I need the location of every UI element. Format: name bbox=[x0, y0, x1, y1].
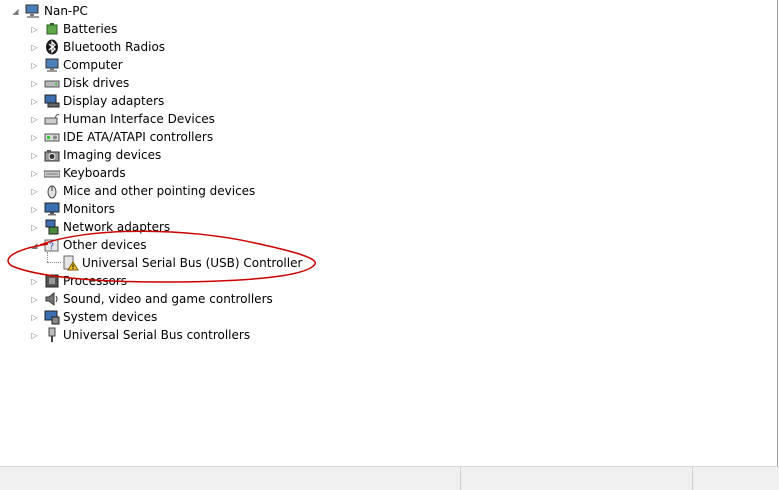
tree-root-label: Nan-PC bbox=[44, 4, 88, 18]
tree-item-mice-and-other-pointing-devices[interactable]: ▷ Mice and other pointing devices bbox=[30, 182, 255, 200]
tree-item-sound-video-and-game-controllers[interactable]: ▷ Sound, video and game controllers bbox=[30, 290, 273, 308]
tree-item-bluetooth-radios[interactable]: ▷ Bluetooth Radios bbox=[30, 38, 165, 56]
tree-item-network-adapters[interactable]: ▷ Network adapters bbox=[30, 218, 170, 236]
expand-arrow-icon[interactable]: ▷ bbox=[30, 164, 39, 182]
tree-item-label: Bluetooth Radios bbox=[63, 40, 166, 54]
tree-item-label: Network adapters bbox=[63, 220, 171, 234]
expand-arrow-icon[interactable]: ▷ bbox=[30, 38, 39, 56]
camera-icon bbox=[44, 147, 60, 163]
display-adapter-icon bbox=[44, 93, 60, 109]
tree-item-label: Disk drives bbox=[63, 76, 130, 90]
system-device-icon bbox=[44, 309, 60, 325]
disk-drive-icon bbox=[44, 75, 60, 91]
expand-arrow-icon[interactable]: ▷ bbox=[30, 290, 39, 308]
tree-item-label: System devices bbox=[63, 310, 158, 324]
tree-item-label: Monitors bbox=[63, 202, 115, 216]
expand-arrow-icon[interactable]: ▷ bbox=[30, 218, 39, 236]
expand-arrow-icon[interactable]: ▷ bbox=[30, 326, 39, 344]
expand-arrow-icon[interactable]: ▷ bbox=[30, 272, 39, 290]
expand-arrow-icon[interactable]: ▷ bbox=[30, 200, 39, 218]
tree-item-usb-controller-device[interactable]: Universal Serial Bus (USB) Controller bbox=[63, 254, 302, 272]
status-bar bbox=[0, 466, 779, 490]
tree-item-label: Display adapters bbox=[63, 94, 165, 108]
device-tree: ◢ Nan-PC ▷ Batteries ▷ Bluetooth Radios … bbox=[0, 0, 778, 466]
speaker-icon bbox=[44, 291, 60, 307]
tree-connector bbox=[47, 262, 61, 263]
tree-item-label: Universal Serial Bus controllers bbox=[63, 328, 251, 342]
bluetooth-icon bbox=[44, 39, 60, 55]
ide-controller-icon bbox=[44, 129, 60, 145]
tree-item-label: Processors bbox=[63, 274, 128, 288]
hid-icon bbox=[44, 111, 60, 127]
tree-item-label: Computer bbox=[63, 58, 123, 72]
processor-icon bbox=[44, 273, 60, 289]
tree-item-display-adapters[interactable]: ▷ Display adapters bbox=[30, 92, 164, 110]
status-bar-pane bbox=[0, 467, 460, 490]
collapse-arrow-icon[interactable]: ◢ bbox=[11, 2, 20, 20]
tree-item-ide-ata-atapi-controllers[interactable]: ▷ IDE ATA/ATAPI controllers bbox=[30, 128, 213, 146]
collapse-arrow-icon[interactable]: ◢ bbox=[30, 236, 39, 254]
tree-item-keyboards[interactable]: ▷ Keyboards bbox=[30, 164, 126, 182]
tree-item-computer[interactable]: ▷ Computer bbox=[30, 56, 123, 74]
computer-icon bbox=[25, 3, 41, 19]
tree-connector bbox=[47, 252, 48, 262]
expand-arrow-icon[interactable]: ▷ bbox=[30, 92, 39, 110]
status-bar-pane bbox=[692, 467, 779, 490]
tree-item-label: Batteries bbox=[63, 22, 118, 36]
tree-item-label: Keyboards bbox=[63, 166, 126, 180]
tree-item-label: Other devices bbox=[63, 238, 147, 252]
svg-text:?: ? bbox=[49, 242, 54, 253]
tree-item-label: Mice and other pointing devices bbox=[63, 184, 256, 198]
expand-arrow-icon[interactable]: ▷ bbox=[30, 128, 39, 146]
tree-item-label: Universal Serial Bus (USB) Controller bbox=[82, 256, 303, 270]
keyboard-icon bbox=[44, 165, 60, 181]
tree-item-imaging-devices[interactable]: ▷ Imaging devices bbox=[30, 146, 161, 164]
monitor-icon bbox=[44, 201, 60, 217]
battery-icon bbox=[44, 21, 60, 37]
tree-item-processors[interactable]: ▷ Processors bbox=[30, 272, 127, 290]
tree-item-human-interface-devices[interactable]: ▷ Human Interface Devices bbox=[30, 110, 215, 128]
expand-arrow-icon[interactable]: ▷ bbox=[30, 182, 39, 200]
network-adapter-icon bbox=[44, 219, 60, 235]
expand-arrow-icon[interactable]: ▷ bbox=[30, 56, 39, 74]
warning-device-icon bbox=[63, 255, 79, 271]
expand-arrow-icon[interactable]: ▷ bbox=[30, 74, 39, 92]
mouse-icon bbox=[44, 183, 60, 199]
tree-item-label: Imaging devices bbox=[63, 148, 162, 162]
status-bar-pane bbox=[460, 467, 691, 490]
computer-icon bbox=[44, 57, 60, 73]
tree-item-system-devices[interactable]: ▷ System devices bbox=[30, 308, 157, 326]
tree-item-monitors[interactable]: ▷ Monitors bbox=[30, 200, 115, 218]
tree-root[interactable]: ◢ Nan-PC bbox=[11, 2, 88, 20]
tree-item-label: IDE ATA/ATAPI controllers bbox=[63, 130, 214, 144]
expand-arrow-icon[interactable]: ▷ bbox=[30, 146, 39, 164]
tree-item-disk-drives[interactable]: ▷ Disk drives bbox=[30, 74, 129, 92]
tree-item-label: Sound, video and game controllers bbox=[63, 292, 273, 306]
expand-arrow-icon[interactable]: ▷ bbox=[30, 308, 39, 326]
tree-item-universal-serial-bus-controllers[interactable]: ▷ Universal Serial Bus controllers bbox=[30, 326, 250, 344]
unknown-device-icon: ? bbox=[44, 237, 60, 253]
tree-item-label: Human Interface Devices bbox=[63, 112, 215, 126]
tree-item-batteries[interactable]: ▷ Batteries bbox=[30, 20, 117, 38]
expand-arrow-icon[interactable]: ▷ bbox=[30, 20, 39, 38]
expand-arrow-icon[interactable]: ▷ bbox=[30, 110, 39, 128]
usb-icon bbox=[44, 327, 60, 343]
